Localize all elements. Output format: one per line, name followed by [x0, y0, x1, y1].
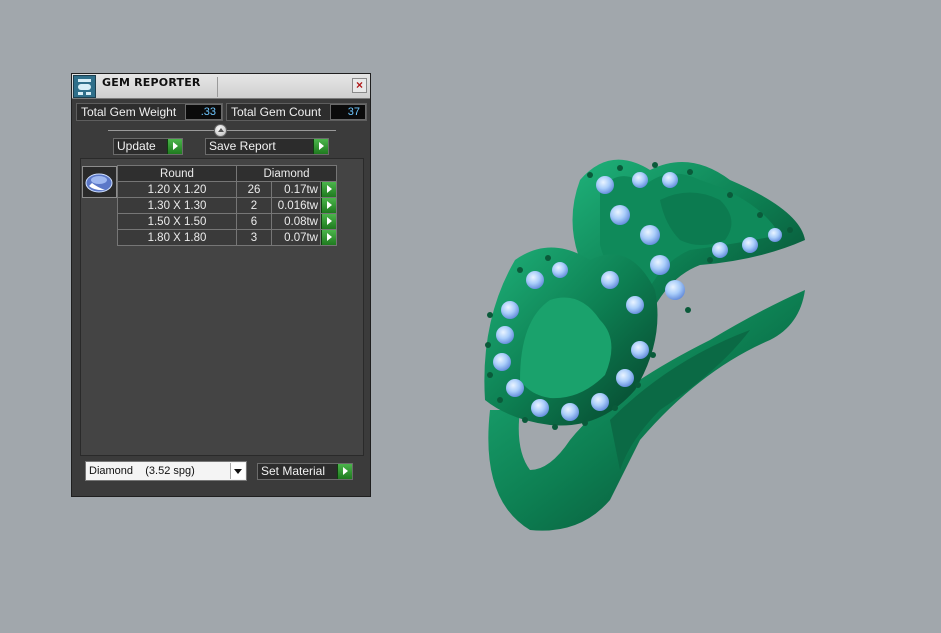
table-row[interactable]: 1.50 X 1.50 6 0.08tw [117, 213, 337, 230]
play-arrow-icon[interactable] [337, 464, 352, 479]
row-weight: 0.08tw [271, 213, 321, 230]
row-size: 1.20 X 1.20 [117, 181, 237, 198]
play-arrow-icon[interactable] [313, 139, 328, 154]
save-report-button[interactable]: Save Report [205, 138, 329, 155]
ring-3d-model[interactable] [460, 140, 820, 540]
total-gem-count-text: Total Gem Count [231, 105, 322, 119]
row-size: 1.80 X 1.80 [117, 229, 237, 246]
gem-table: Round Diamond 1.20 X 1.20 26 0.17tw 1.30… [117, 165, 337, 246]
material-select[interactable]: Diamond (3.52 spg) [85, 461, 247, 481]
round-gem-icon[interactable] [82, 166, 117, 198]
table-header-row: Round Diamond [117, 165, 337, 182]
total-gem-count-value: 37 [330, 104, 366, 120]
title-divider [217, 77, 218, 97]
gem-list-area: Round Diamond 1.20 X 1.20 26 0.17tw 1.30… [80, 158, 364, 456]
chevron-down-icon[interactable] [230, 463, 245, 479]
panel-titlebar[interactable]: GEM REPORTER × [72, 74, 370, 99]
set-material-button-label: Set Material [261, 464, 326, 478]
total-gem-weight-text: Total Gem Weight [81, 105, 177, 119]
update-button[interactable]: Update [113, 138, 183, 155]
panel-title: GEM REPORTER [102, 76, 201, 89]
total-gem-weight-value: .33 [185, 104, 222, 120]
row-size: 1.50 X 1.50 [117, 213, 237, 230]
table-row[interactable]: 1.30 X 1.30 2 0.016tw [117, 197, 337, 214]
set-material-button[interactable]: Set Material [257, 463, 353, 480]
close-icon[interactable]: × [352, 78, 367, 93]
table-row[interactable]: 1.20 X 1.20 26 0.17tw [117, 181, 337, 198]
header-shape: Round [117, 165, 237, 182]
row-weight: 0.17tw [271, 181, 321, 198]
play-arrow-icon[interactable] [321, 182, 336, 197]
row-count: 3 [236, 229, 272, 246]
row-count: 6 [236, 213, 272, 230]
play-arrow-icon[interactable] [321, 214, 336, 229]
save-report-button-label: Save Report [209, 139, 276, 153]
row-count: 26 [236, 181, 272, 198]
row-weight: 0.07tw [271, 229, 321, 246]
gem-reporter-panel: GEM REPORTER × Total Gem Weight .33 Tota… [71, 73, 371, 497]
header-material: Diamond [236, 165, 337, 182]
play-arrow-icon[interactable] [167, 139, 182, 154]
row-weight: 0.016tw [271, 197, 321, 214]
slider-knob-icon[interactable] [214, 124, 227, 137]
table-row[interactable]: 1.80 X 1.80 3 0.07tw [117, 229, 337, 246]
material-select-value: Diamond (3.52 spg) [89, 465, 195, 477]
gem-reporter-app-icon [73, 75, 96, 98]
play-arrow-icon[interactable] [321, 198, 336, 213]
row-size: 1.30 X 1.30 [117, 197, 237, 214]
play-arrow-icon[interactable] [321, 230, 336, 245]
update-button-label: Update [117, 139, 156, 153]
row-count: 2 [236, 197, 272, 214]
